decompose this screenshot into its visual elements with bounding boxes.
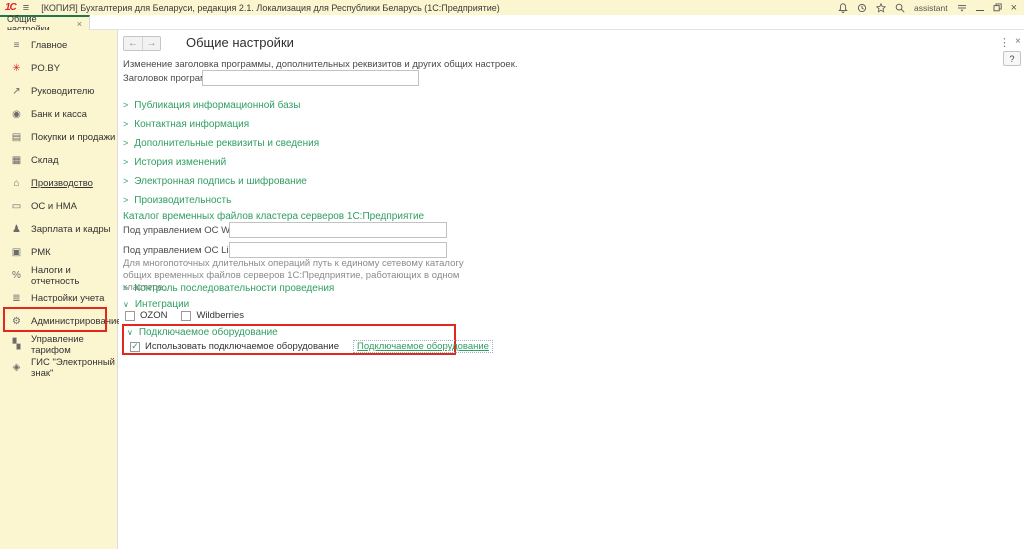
tab-close-icon[interactable]: ×	[77, 19, 82, 29]
help-button[interactable]: ?	[1003, 51, 1021, 66]
checkbox-icon[interactable]	[125, 311, 135, 321]
sidebar-item-salary-hr[interactable]: ♟Зарплата и кадры	[0, 218, 117, 241]
sidebar-item-administration[interactable]: ⚙Администрирование	[0, 310, 117, 333]
linux-path-input[interactable]	[229, 242, 447, 258]
tariff-icon: ▚	[10, 339, 23, 350]
gear-icon: ⚙	[10, 316, 23, 327]
forward-button[interactable]: →	[142, 37, 160, 50]
app-title-input[interactable]	[202, 70, 419, 86]
equipment-row: Использовать подключаемое оборудование П…	[130, 340, 493, 353]
titlebar-actions: assistant ×	[838, 3, 1024, 13]
form-description: Изменение заголовка программы, дополните…	[123, 59, 518, 70]
linux-path-label: Под управлением ОС Linux:	[123, 245, 246, 256]
sidebar-item-manager[interactable]: ↗Руководителю	[0, 80, 117, 103]
assistant-label[interactable]: assistant	[914, 3, 948, 13]
bank-icon: ◉	[10, 109, 23, 120]
section-additional-attributes[interactable]: Дополнительные реквизиты и сведения	[123, 138, 319, 149]
ledger-icon: ≣	[10, 293, 23, 304]
more-menu-icon[interactable]: ⋮	[999, 36, 1010, 49]
cart-icon: ▤	[10, 132, 23, 143]
integrations-checkboxes: OZON Wildberries	[125, 310, 244, 321]
page-title: Общие настройки	[186, 35, 294, 50]
window-title: [КОПИЯ] Бухгалтерия для Беларуси, редакц…	[41, 3, 500, 13]
sidebar-item-production[interactable]: ⌂Производство	[0, 172, 117, 195]
person-icon: ♟	[10, 224, 23, 235]
minimize-button[interactable]	[976, 10, 984, 11]
section-sequence-control[interactable]: Контроль последовательности проведения	[123, 283, 334, 294]
sidebar-item-warehouse[interactable]: ▦Склад	[0, 149, 117, 172]
checkbox-checked-icon[interactable]	[130, 342, 140, 352]
view-settings-icon[interactable]	[957, 3, 967, 13]
checkbox-ozon[interactable]: OZON	[125, 310, 167, 321]
menu-icon: ≡	[10, 40, 23, 51]
sidebar-item-gis[interactable]: ◈ГИС "Электронный знак"	[0, 356, 117, 379]
windows-path-input[interactable]	[229, 222, 447, 238]
sidebar-item-taxes[interactable]: %Налоги и отчетность	[0, 264, 117, 287]
sidebar-item-os-nma[interactable]: ▭ОС и НМА	[0, 195, 117, 218]
chevron-down-icon	[123, 299, 129, 310]
truck-icon: ▭	[10, 201, 23, 212]
tab-general-settings[interactable]: Общие настройки ×	[0, 15, 90, 30]
history-icon[interactable]	[857, 3, 867, 13]
section-integrations[interactable]: Интеграции	[123, 299, 189, 310]
sidebar-item-tariff[interactable]: ▚Управление тарифом	[0, 333, 117, 356]
section-digital-signature[interactable]: Электронная подпись и шифрование	[123, 176, 307, 187]
chevron-right-icon	[123, 195, 128, 206]
checkbox-icon[interactable]	[181, 311, 191, 321]
chevron-right-icon	[123, 138, 128, 149]
close-window-button[interactable]: ×	[1011, 3, 1017, 13]
general-settings-form: ← → Общие настройки ⋮ × ? Изменение заго…	[119, 30, 1024, 549]
sidebar: ≡Главное ✳PO.BY ↗Руководителю ◉Банк и ка…	[0, 30, 118, 549]
notifications-icon[interactable]	[838, 3, 848, 13]
sidebar-item-bank-cash[interactable]: ◉Банк и касса	[0, 103, 117, 126]
chart-icon: ↗	[10, 86, 23, 97]
checkbox-wildberries[interactable]: Wildberries	[181, 310, 244, 321]
asterisk-icon: ✳	[10, 63, 23, 74]
warehouse-icon: ▦	[10, 155, 23, 166]
chevron-right-icon	[123, 283, 128, 294]
sidebar-item-po-by[interactable]: ✳PO.BY	[0, 57, 117, 80]
sidebar-item-purchases-sales[interactable]: ▤Покупки и продажи	[0, 126, 117, 149]
section-connected-equipment[interactable]: Подключаемое оборудование	[127, 327, 278, 338]
section-contact-info[interactable]: Контактная информация	[123, 119, 249, 130]
temp-files-catalog-header: Каталог временных файлов кластера сервер…	[123, 211, 424, 222]
sidebar-item-rmk[interactable]: ▣РМК	[0, 241, 117, 264]
app-window: { "colors": { "accent_green": "#2f9e62",…	[0, 0, 1024, 549]
titlebar: 1С ≡ [КОПИЯ] Бухгалтерия для Беларуси, р…	[0, 0, 1024, 15]
favorites-star-icon[interactable]	[876, 3, 886, 13]
chevron-right-icon	[123, 100, 128, 111]
section-change-history[interactable]: История изменений	[123, 157, 226, 168]
back-button[interactable]: ←	[124, 37, 142, 50]
search-icon[interactable]	[895, 3, 905, 13]
sidebar-item-accounting-settings[interactable]: ≣Настройки учета	[0, 287, 117, 310]
checkbox-use-equipment[interactable]: Использовать подключаемое оборудование	[130, 341, 339, 352]
register-icon: ▣	[10, 247, 23, 258]
close-form-icon[interactable]: ×	[1015, 36, 1021, 47]
restore-button[interactable]	[993, 3, 1002, 12]
chevron-down-icon	[127, 327, 133, 338]
section-performance[interactable]: Производительность	[123, 195, 231, 206]
tabbar: Общие настройки ×	[0, 15, 1024, 30]
nav-buttons: ← →	[123, 36, 161, 51]
1c-logo: 1С	[5, 2, 16, 13]
sidebar-item-main[interactable]: ≡Главное	[0, 34, 117, 57]
section-publication[interactable]: Публикация информационной базы	[123, 100, 300, 111]
chevron-right-icon	[123, 157, 128, 168]
chevron-right-icon	[123, 176, 128, 187]
chevron-right-icon	[123, 119, 128, 130]
factory-icon: ⌂	[10, 178, 23, 189]
tax-icon: %	[10, 270, 23, 281]
gis-mark-icon: ◈	[10, 362, 23, 373]
main-menu-icon[interactable]: ≡	[23, 2, 29, 14]
connected-equipment-link[interactable]: Подключаемое оборудование	[353, 340, 493, 353]
